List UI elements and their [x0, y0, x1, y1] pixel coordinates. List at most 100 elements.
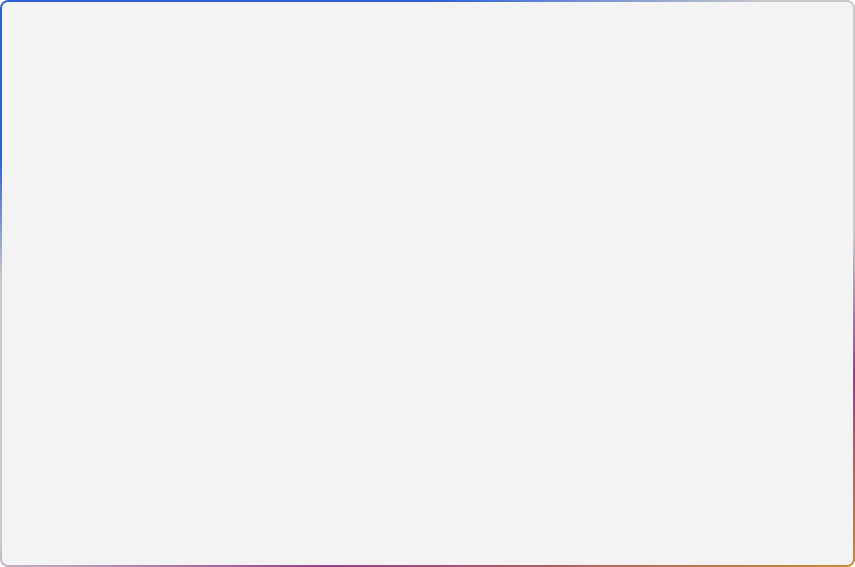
sidebar-item-label: Work (E:)	[39, 275, 91, 289]
chevron-down-icon: ▼	[75, 62, 83, 71]
forward-button[interactable]: →	[40, 97, 72, 127]
pin-icon[interactable]: 📌	[110, 423, 129, 441]
folder-name-input[interactable]: AppData	[393, 134, 642, 157]
tab-title: AppData	[46, 18, 184, 32]
sidebar-item-home[interactable]: Home	[0, 134, 150, 164]
hidden-checkbox[interactable]	[421, 412, 435, 426]
hidden-label: Hidden	[443, 412, 480, 425]
property-value: C:\Users\Administrator	[421, 219, 538, 232]
column-divider[interactable]	[775, 145, 776, 162]
tab-security[interactable]: Security	[427, 91, 487, 109]
breadcrumb-item-0[interactable]: Local Disk (C:)	[186, 105, 267, 119]
column-header-size[interactable]: Size	[706, 148, 730, 162]
folder-icon	[14, 336, 31, 349]
folder-icon	[177, 248, 193, 261]
sidebar-item-label	[39, 307, 101, 318]
navigation-pane: Home ❯ Yawen - Personal Desktop 📌	[0, 134, 150, 541]
pin-icon[interactable]: 📌	[110, 333, 129, 351]
sidebar-item-downloads[interactable]: Downloads 📌	[0, 237, 150, 267]
property-label: Contains:	[329, 294, 421, 307]
tab-strip: AppData ✕ +	[8, 6, 259, 42]
chevron-right-icon[interactable]: ❯	[4, 174, 12, 185]
rename-icon[interactable]: A	[234, 50, 272, 82]
sidebar-item-pinned-2[interactable]: 📌	[0, 327, 150, 357]
search-icon[interactable]	[816, 104, 830, 121]
tab-sharing[interactable]: Sharing	[370, 91, 428, 109]
downloads-icon	[14, 245, 31, 259]
folder-icon	[14, 306, 31, 319]
sidebar-item-pinned-5[interactable]: 📌	[0, 417, 150, 447]
readonly-checkbox[interactable]	[421, 389, 435, 403]
new-tab-button[interactable]: +	[229, 10, 259, 40]
property-value: 64,960 Files, 7,389 Folders	[421, 294, 562, 307]
pin-icon[interactable]: 📌	[110, 453, 129, 471]
sidebar-item-pinned-6[interactable]: 📌	[0, 447, 150, 477]
breadcrumb-separator: ›	[272, 107, 275, 118]
tab-appdata[interactable]: AppData ✕	[8, 8, 223, 42]
recent-locations-button[interactable]: ⌄	[72, 97, 104, 127]
property-label: Location:	[329, 219, 421, 232]
paste-icon[interactable]	[194, 50, 232, 82]
details-view-icon[interactable]	[797, 544, 819, 564]
drive-icon	[14, 278, 31, 287]
pin-icon[interactable]: 📌	[110, 363, 129, 381]
new-button-label: New	[43, 59, 68, 73]
copy-icon[interactable]	[154, 50, 192, 82]
hidden-checkbox-row[interactable]: Hidden	[421, 407, 642, 430]
breadcrumb-overflow[interactable]: «	[173, 105, 180, 119]
file-name-cell: APlayerCodecs3.exe	[177, 279, 318, 297]
onedrive-icon	[14, 173, 31, 185]
property-label: Type:	[329, 194, 421, 207]
up-button[interactable]: ↑	[104, 97, 136, 127]
pin-icon[interactable]: 📌	[110, 303, 129, 321]
tab-general[interactable]: General	[312, 91, 371, 110]
tab-customize[interactable]: Customize	[594, 91, 666, 109]
sidebar-item-onedrive[interactable]: ❯ Yawen - Personal	[0, 164, 150, 194]
sidebar-item-label: Downloads	[39, 245, 100, 259]
minimize-button[interactable]: –	[717, 0, 763, 42]
advanced-button[interactable]: Advanced...	[524, 434, 642, 458]
search-placeholder: Search AppData	[662, 105, 752, 119]
column-divider[interactable]	[695, 145, 696, 162]
search-input[interactable]: Search AppData	[653, 97, 839, 128]
pin-icon[interactable]: 📌	[110, 393, 129, 411]
file-name-cell: Local	[177, 182, 232, 196]
dialog-close-button[interactable]: ✕	[623, 51, 667, 88]
cut-icon[interactable]	[114, 50, 152, 82]
svg-text:A: A	[249, 64, 254, 71]
folder-icon	[14, 456, 31, 469]
maximize-button[interactable]: □	[763, 0, 809, 42]
cancel-button[interactable]: Cancel	[484, 494, 564, 519]
large-icons-view-icon[interactable]	[823, 544, 845, 564]
attributes-label: Attributes:	[329, 384, 421, 458]
back-button[interactable]: ←	[8, 97, 40, 127]
sidebar-item-work-drive[interactable]: Work (E:) 📌	[0, 267, 150, 297]
sidebar-item-desktop[interactable]: Desktop 📌	[0, 207, 150, 237]
sidebar-item-pinned-3[interactable]: 📌	[0, 357, 150, 387]
pin-icon[interactable]: 📌	[110, 243, 129, 261]
property-label: Size:	[329, 244, 421, 257]
sidebar-item-pinned-1[interactable]: 📌	[0, 297, 150, 327]
folder-icon	[14, 366, 31, 379]
dialog-divider	[329, 177, 642, 178]
pin-icon[interactable]: 📌	[110, 273, 129, 291]
apply-button: Apply	[575, 494, 655, 519]
readonly-checkbox-row[interactable]: Read-only (Only applies to files in fold…	[421, 384, 642, 407]
close-button[interactable]: ✕	[809, 0, 855, 42]
close-icon[interactable]: ✕	[193, 14, 215, 36]
column-header-name[interactable]: Name	[190, 148, 223, 162]
dialog-button-row: OK Cancel Apply	[304, 479, 668, 534]
sidebar-item-label: Yawen - Personal	[39, 172, 136, 186]
sidebar-item-label	[39, 397, 66, 408]
sidebar-item-label: Home	[39, 142, 72, 156]
sidebar-item-label	[39, 367, 99, 378]
tab-previous-versions[interactable]: Previous Versions	[485, 91, 595, 109]
new-button[interactable]: + New ▼	[10, 50, 93, 82]
folder-icon	[177, 182, 193, 195]
sidebar-item-pinned-4[interactable]: 📌	[0, 387, 150, 417]
home-icon	[14, 142, 31, 156]
pin-icon[interactable]: 📌	[110, 213, 129, 231]
ok-button[interactable]: OK	[393, 494, 473, 519]
dialog-divider	[329, 373, 642, 374]
folder-icon	[337, 130, 375, 161]
